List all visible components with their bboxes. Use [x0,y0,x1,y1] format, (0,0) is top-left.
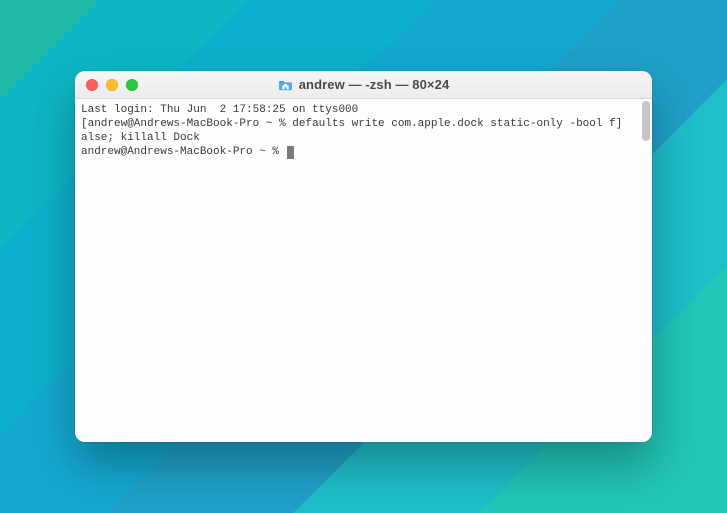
scrollbar-thumb[interactable] [642,101,650,141]
window-title-group: andrew — -zsh — 80×24 [75,77,652,92]
terminal-window: andrew — -zsh — 80×24 Last login: Thu Ju… [75,71,652,442]
home-folder-icon [278,79,293,91]
close-button[interactable] [86,79,98,91]
zoom-button[interactable] [126,79,138,91]
terminal-line: [andrew@Andrews-MacBook-Pro ~ % defaults… [81,117,646,131]
cursor-icon [287,146,294,159]
terminal-prompt: andrew@Andrews-MacBook-Pro ~ % [81,145,286,159]
terminal-prompt-line: andrew@Andrews-MacBook-Pro ~ % [81,145,646,159]
traffic-lights [75,79,138,91]
terminal-line: Last login: Thu Jun 2 17:58:25 on ttys00… [81,103,646,117]
titlebar[interactable]: andrew — -zsh — 80×24 [75,71,652,99]
terminal-body[interactable]: Last login: Thu Jun 2 17:58:25 on ttys00… [75,99,652,442]
minimize-button[interactable] [106,79,118,91]
window-title: andrew — -zsh — 80×24 [299,77,450,92]
terminal-line: alse; killall Dock [81,131,646,145]
